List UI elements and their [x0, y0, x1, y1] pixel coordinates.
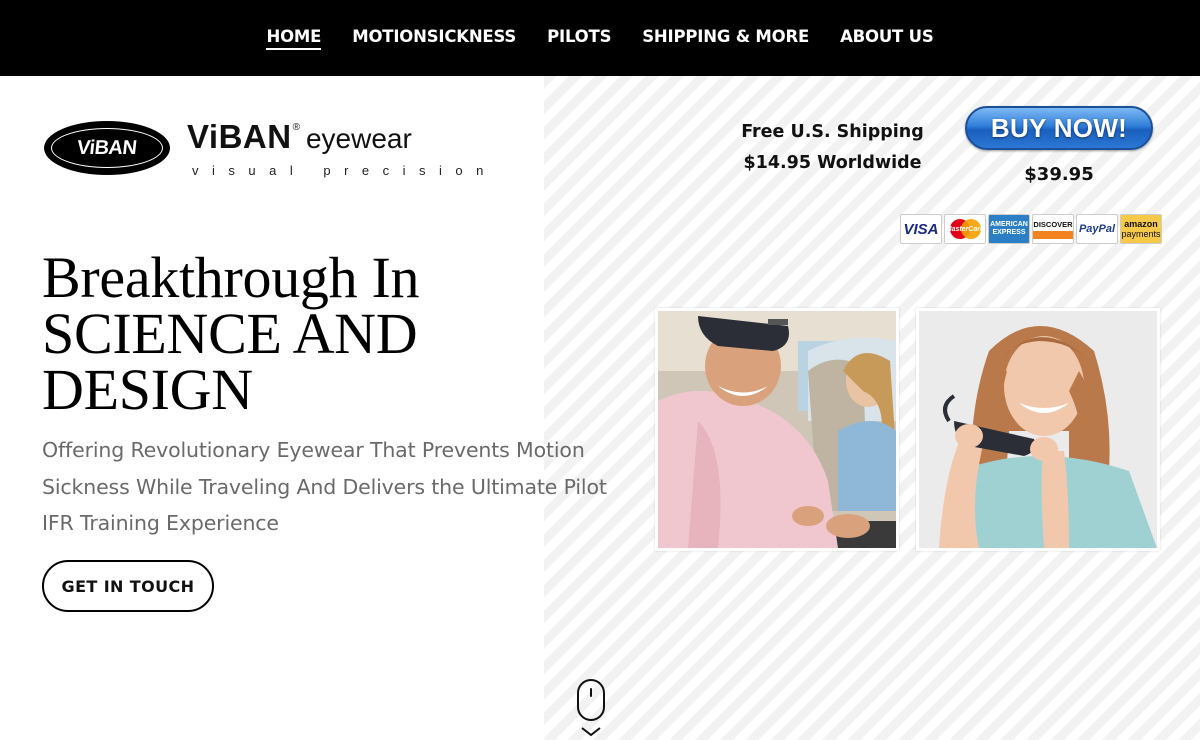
buy-now-button[interactable]: BUY NOW! — [965, 106, 1153, 150]
hero-subtitle-line: Sickness While Traveling And Delivers th… — [42, 474, 607, 499]
nav-pilots[interactable]: PILOTS — [547, 27, 611, 50]
logo-emblem-text: ViBAN — [76, 136, 138, 159]
shipping-info: Free U.S. Shipping $14.95 Worldwide — [720, 117, 945, 179]
mastercard-icon: MasterCard — [944, 214, 986, 244]
top-navigation: HOME MOTIONSICKNESS PILOTS SHIPPING & MO… — [0, 0, 1200, 76]
photo-woman-with-eyewear — [916, 308, 1160, 551]
get-in-touch-button[interactable]: GET IN TOUCH — [42, 560, 214, 612]
logo-brand: ViBAN — [187, 118, 292, 155]
nav-motionsickness[interactable]: MOTIONSICKNESS — [352, 27, 516, 50]
amazon-payments-icon: amazon payments — [1120, 214, 1162, 244]
logo-wordmark: ViBAN ® eyewear — [187, 118, 412, 158]
logo-emblem: ViBAN — [44, 121, 170, 175]
hero-title: Breakthrough In SCIENCE AND DESIGN — [42, 245, 602, 422]
man-in-car-image — [658, 311, 896, 548]
mouse-scroll-icon[interactable] — [577, 679, 605, 721]
shipping-line-us: Free U.S. Shipping — [741, 122, 924, 142]
product-price: $39.95 — [1024, 164, 1094, 185]
registered-mark: ® — [292, 122, 300, 133]
logo-tagline: visual precision — [192, 163, 497, 178]
hero-subtitle-line: IFR Training Experience — [42, 511, 279, 535]
payment-methods: VISA MasterCard AMERICAN EXPRESS DISCOVE… — [900, 214, 1162, 244]
hero-subtitle: Offering Revolutionary Eyewear That Prev… — [42, 432, 622, 542]
hero-title-line: SCIENCE AND — [42, 301, 418, 366]
woman-with-eyewear-image — [919, 311, 1157, 548]
photo-man-in-car — [655, 308, 899, 551]
discover-icon: DISCOVER — [1032, 214, 1074, 244]
buy-now-label: BUY NOW! — [990, 112, 1128, 143]
nav-shipping[interactable]: SHIPPING & MORE — [642, 27, 809, 50]
hero-subtitle-line: Offering Revolutionary Eyewear That Prev… — [42, 438, 585, 462]
site-logo[interactable]: ViBAN ViBAN ® eyewear visual precision — [44, 118, 483, 182]
paypal-icon: PayPal — [1076, 214, 1118, 244]
hero-title-line: DESIGN — [42, 357, 253, 422]
shipping-line-worldwide: $14.95 Worldwide — [743, 153, 922, 173]
amex-icon: AMERICAN EXPRESS — [988, 214, 1030, 244]
nav-about-us[interactable]: ABOUT US — [840, 27, 934, 50]
visa-icon: VISA — [900, 214, 942, 244]
hero-title-line: Breakthrough In — [42, 245, 420, 310]
logo-product: eyewear — [305, 123, 412, 154]
chevron-down-icon[interactable] — [580, 724, 602, 738]
nav-home[interactable]: HOME — [266, 27, 321, 50]
